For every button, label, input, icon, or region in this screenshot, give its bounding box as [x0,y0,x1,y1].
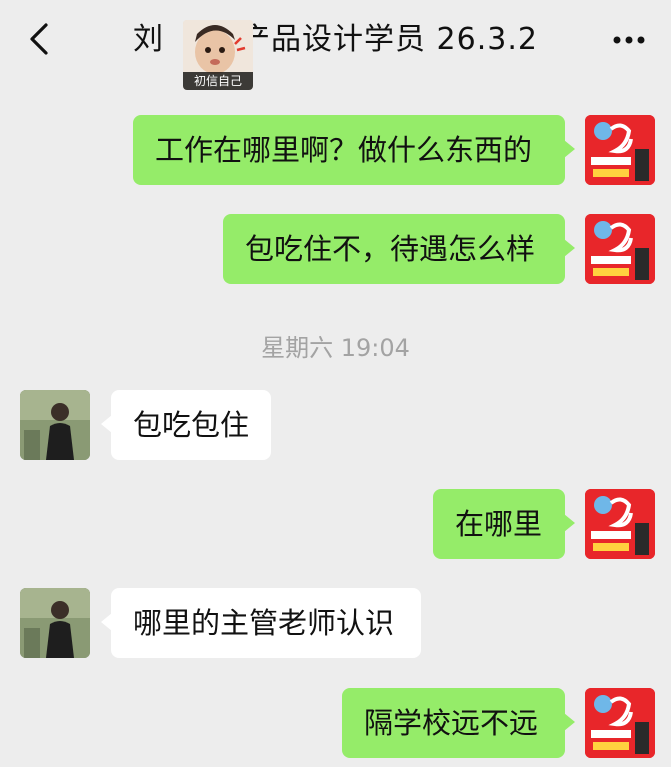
message-bubble-received[interactable]: 包吃包住 [101,390,271,460]
contact-avatar[interactable] [20,390,90,460]
message-bubble-received[interactable]: 哪里的主管老师认识 [101,588,421,658]
message-bubble-sent[interactable]: 工作在哪里啊？做什么东西的 [133,115,575,185]
sticker-overlay: 初信自己 [183,20,253,90]
chat-timestamp: 星期六 19:04 [261,334,410,362]
red-poster-avatar-icon [585,489,655,559]
person-photo-avatar-icon [20,588,90,658]
more-horizontal-icon [613,36,645,44]
chat-title-part2: 产品设计学员 26.3.2 [240,22,538,57]
my-avatar[interactable] [585,489,655,559]
chat-title: 刘 产品设计学员 26.3.2 [0,20,671,60]
chat-title-part1: 刘 [133,22,165,57]
red-poster-avatar-icon [585,115,655,185]
message-bubble-sent[interactable]: 在哪里 [433,489,575,559]
chat-header: 刘 产品设计学员 26.3.2 [0,0,671,78]
person-photo-avatar-icon [20,390,90,460]
contact-avatar[interactable] [20,588,90,658]
more-button[interactable] [609,26,649,54]
my-avatar[interactable] [585,115,655,185]
sticker-caption: 初信自己 [183,72,253,90]
red-poster-avatar-icon [585,688,655,758]
my-avatar[interactable] [585,214,655,284]
message-bubble-sent[interactable]: 隔学校远不远 [342,688,575,758]
message-bubble-sent[interactable]: 包吃住不，待遇怎么样 [223,214,575,284]
red-poster-avatar-icon [585,214,655,284]
my-avatar[interactable] [585,688,655,758]
